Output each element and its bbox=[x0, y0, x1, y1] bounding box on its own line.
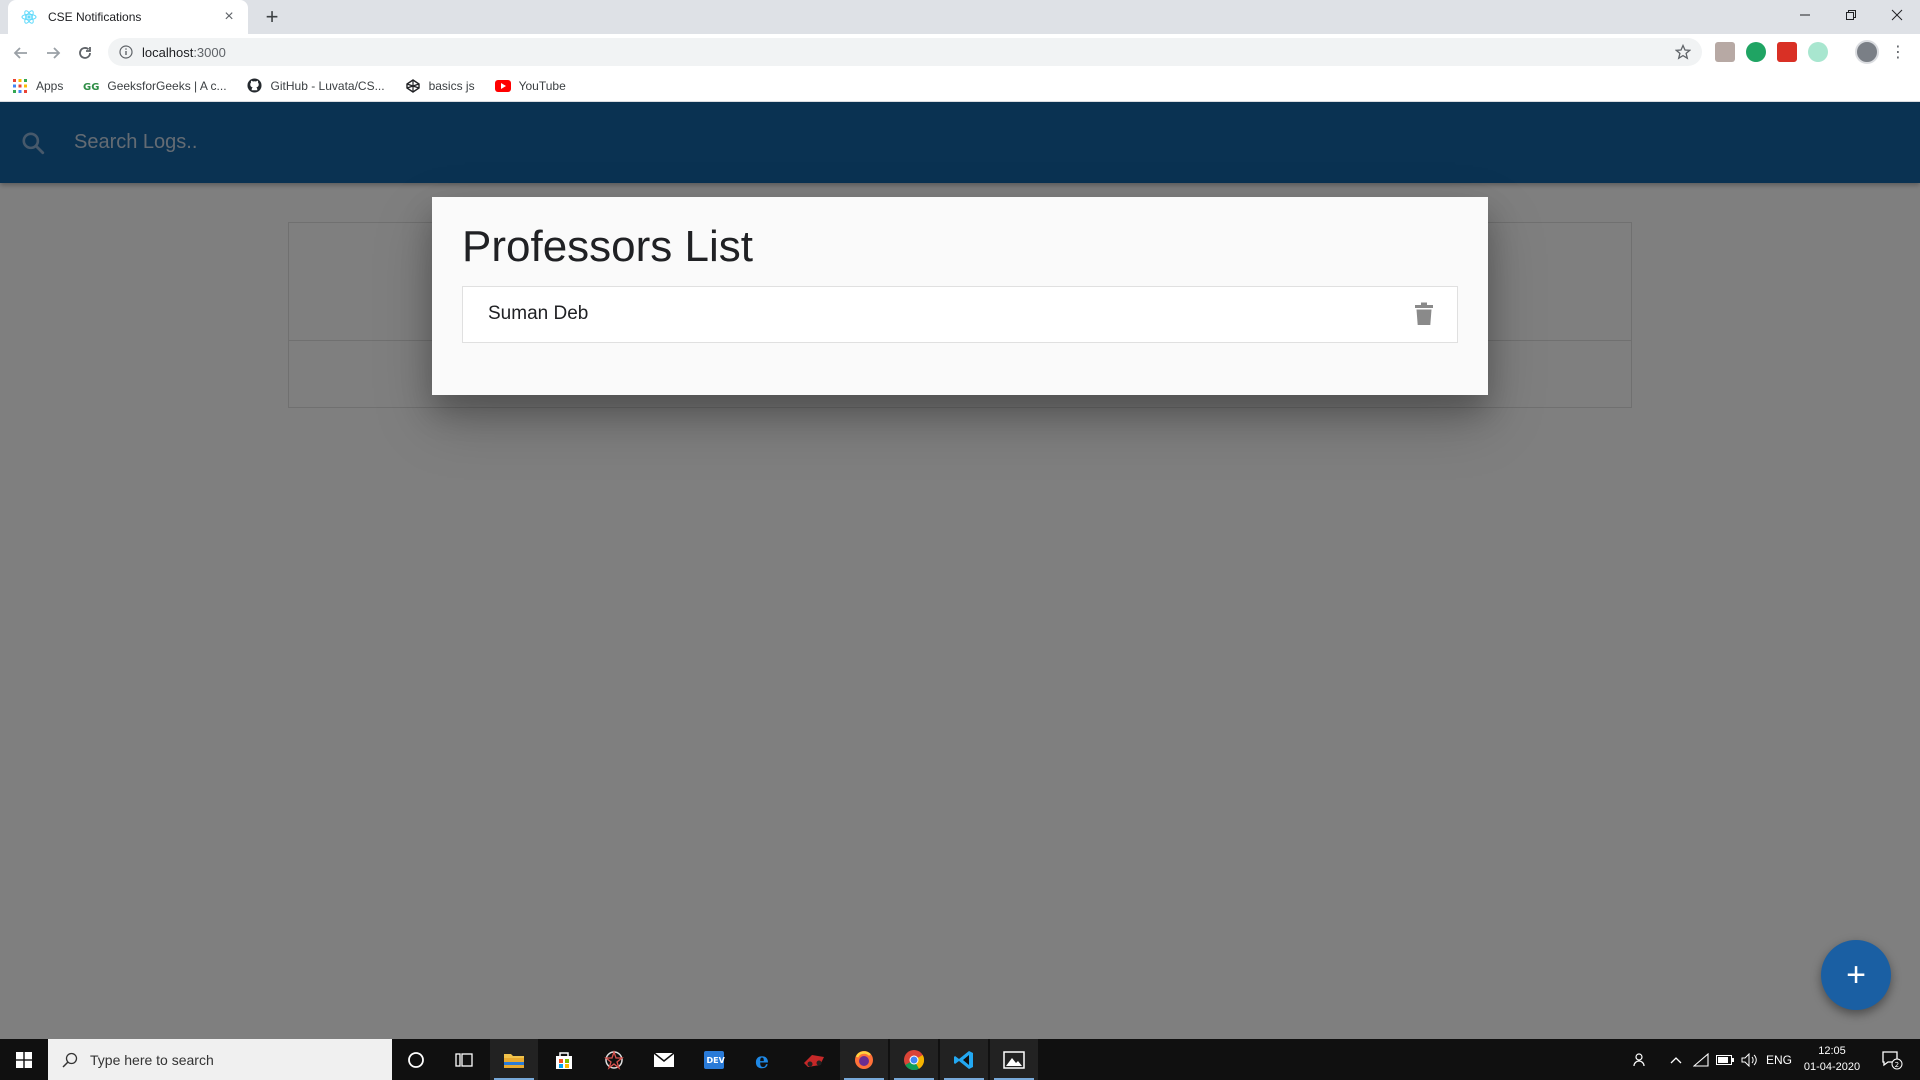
list-item: Suman Deb bbox=[463, 287, 1457, 342]
file-explorer-icon[interactable] bbox=[490, 1039, 538, 1080]
taskbar-search-placeholder: Type here to search bbox=[90, 1051, 214, 1068]
language-indicator[interactable]: ENG bbox=[1762, 1039, 1796, 1080]
address-bar[interactable]: localhost:3000 bbox=[108, 38, 1702, 66]
system-clock[interactable]: 12:05 01-04-2020 bbox=[1792, 1043, 1872, 1075]
clock-date: 01-04-2020 bbox=[1803, 1061, 1861, 1073]
notification-count: 2 bbox=[1895, 1061, 1899, 1069]
professor-list: Suman Deb bbox=[462, 285, 1458, 343]
forward-arrow-icon[interactable] bbox=[40, 40, 66, 66]
geeksforgeeks-icon: GG bbox=[83, 78, 99, 94]
professors-modal: Professors List Suman Deb bbox=[432, 197, 1488, 395]
wifi-icon[interactable] bbox=[1690, 1039, 1712, 1080]
battery-icon[interactable] bbox=[1714, 1039, 1736, 1080]
dev-to-icon[interactable]: DEV bbox=[690, 1039, 738, 1080]
svg-text:DEV: DEV bbox=[707, 1056, 726, 1065]
photos-icon[interactable] bbox=[990, 1039, 1038, 1080]
people-icon[interactable] bbox=[1630, 1039, 1652, 1080]
url-text: localhost:3000 bbox=[142, 45, 226, 60]
bookmark-geeksforgeeks[interactable]: GG GeeksforGeeks | A c... bbox=[83, 78, 226, 94]
bookmark-apps[interactable]: Apps bbox=[12, 78, 63, 94]
bookmark-label: YouTube bbox=[518, 78, 566, 93]
vscode-icon[interactable] bbox=[940, 1039, 988, 1080]
taskbar-search-box[interactable]: Type here to search bbox=[48, 1039, 392, 1080]
browser-toolbar: localhost:3000 ⋮ bbox=[0, 34, 1920, 70]
edge-icon[interactable]: e bbox=[740, 1039, 788, 1080]
bookmarks-bar: Apps GG GeeksforGeeks | A c... GitHub - … bbox=[0, 70, 1920, 102]
url-host: localhost bbox=[142, 44, 194, 60]
youtube-icon bbox=[494, 78, 511, 94]
browser-tab[interactable]: CSE Notifications × bbox=[8, 0, 248, 34]
svg-text:e: e bbox=[755, 1049, 769, 1071]
github-icon bbox=[247, 78, 263, 94]
game-app-icon[interactable] bbox=[790, 1039, 838, 1080]
tab-close-icon[interactable]: × bbox=[220, 8, 238, 26]
minimize-icon[interactable] bbox=[1782, 0, 1828, 30]
pdf-extension-icon[interactable] bbox=[1715, 42, 1735, 62]
react-favicon-icon bbox=[20, 8, 38, 26]
chrome-icon[interactable] bbox=[890, 1039, 938, 1080]
professor-name: Suman Deb bbox=[488, 303, 589, 325]
page-viewport: + Professors List Suman Deb bbox=[0, 102, 1920, 1039]
bookmark-star-icon[interactable] bbox=[1674, 43, 1692, 61]
task-view-icon[interactable] bbox=[440, 1039, 488, 1080]
green-extension-icon[interactable] bbox=[1808, 42, 1828, 62]
store-icon[interactable] bbox=[540, 1039, 588, 1080]
browser-tabstrip: CSE Notifications × + bbox=[0, 0, 1920, 34]
window-controls bbox=[1782, 0, 1920, 30]
windows-taskbar: Type here to search DEV e ENG 12:05 01-0… bbox=[0, 1039, 1920, 1080]
bookmark-basics-js[interactable]: basics js bbox=[405, 78, 475, 94]
svg-text:GG: GG bbox=[83, 82, 99, 92]
browser-menu-icon[interactable]: ⋮ bbox=[1890, 42, 1906, 62]
cortana-icon[interactable] bbox=[392, 1039, 440, 1080]
add-button[interactable]: + bbox=[1821, 940, 1891, 1010]
url-port: :3000 bbox=[193, 44, 226, 60]
firefox-icon[interactable] bbox=[840, 1039, 888, 1080]
bookmark-label: Apps bbox=[36, 78, 64, 93]
close-window-icon[interactable] bbox=[1874, 0, 1920, 30]
reload-icon[interactable] bbox=[72, 40, 98, 66]
chevron-up-icon[interactable] bbox=[1666, 1039, 1686, 1080]
new-tab-button[interactable]: + bbox=[260, 4, 284, 29]
bookmark-label: basics js bbox=[428, 78, 475, 93]
evernote-extension-icon[interactable] bbox=[1746, 42, 1766, 62]
bookmark-youtube[interactable]: YouTube bbox=[494, 78, 566, 94]
red-extension-icon[interactable] bbox=[1777, 42, 1797, 62]
tab-title: CSE Notifications bbox=[48, 10, 142, 24]
settings-gear-app-icon[interactable] bbox=[590, 1039, 638, 1080]
windows-start-icon[interactable] bbox=[0, 1039, 48, 1080]
restore-icon[interactable] bbox=[1828, 0, 1874, 30]
profile-avatar[interactable] bbox=[1855, 40, 1879, 64]
bookmark-label: GeeksforGeeks | A c... bbox=[107, 78, 227, 93]
mail-icon[interactable] bbox=[640, 1039, 688, 1080]
notification-center-icon[interactable]: 2 bbox=[1874, 1039, 1910, 1080]
modal-title: Professors List bbox=[462, 222, 753, 271]
bookmark-label: GitHub - Luvata/CS... bbox=[270, 78, 385, 93]
bookmark-github[interactable]: GitHub - Luvata/CS... bbox=[247, 78, 385, 94]
search-icon bbox=[62, 1052, 78, 1068]
clock-time: 12:05 bbox=[1818, 1045, 1846, 1057]
volume-icon[interactable] bbox=[1738, 1039, 1760, 1080]
codepen-icon bbox=[405, 78, 421, 94]
trash-icon[interactable] bbox=[1411, 299, 1437, 329]
back-arrow-icon[interactable] bbox=[8, 40, 34, 66]
apps-grid-icon bbox=[12, 78, 28, 94]
site-info-icon[interactable] bbox=[118, 44, 134, 60]
